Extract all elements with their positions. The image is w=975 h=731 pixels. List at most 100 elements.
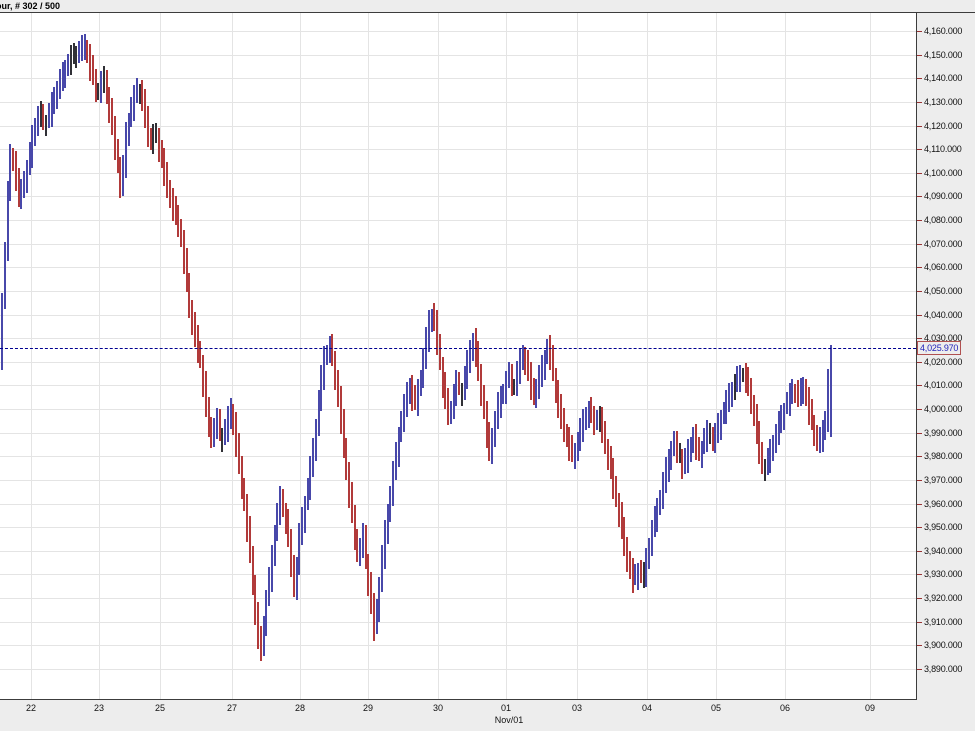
price-bar xyxy=(629,551,631,579)
price-bar xyxy=(816,425,818,451)
price-axis-tick xyxy=(917,385,922,386)
price-axis-tick xyxy=(917,456,922,457)
price-axis-label: 4,090.000 xyxy=(924,190,962,202)
price-bar xyxy=(177,205,179,237)
price-bar xyxy=(656,498,658,532)
price-bar xyxy=(491,428,493,464)
price-bar xyxy=(488,422,490,461)
price-bar xyxy=(45,115,47,136)
price-axis-label: 3,950.000 xyxy=(924,521,962,533)
price-axis-label: 3,970.000 xyxy=(924,474,962,486)
price-bar xyxy=(130,97,132,127)
price-axis-tick xyxy=(917,173,922,174)
price-bar xyxy=(455,370,457,406)
price-bar xyxy=(271,545,273,592)
price-bar xyxy=(574,443,576,469)
price-bar xyxy=(320,365,322,411)
price-bar xyxy=(180,219,182,247)
price-bar xyxy=(549,335,551,370)
price-bar xyxy=(56,81,58,109)
price-bar xyxy=(585,407,587,430)
price-bar xyxy=(23,171,25,198)
gridline-vertical xyxy=(99,13,100,699)
price-bar xyxy=(579,418,581,451)
time-axis[interactable]: Nov/01 22232527282930010304050609 xyxy=(0,700,975,731)
price-axis[interactable]: 4,025.970 4,160.0004,150.0004,140.0004,1… xyxy=(917,13,975,700)
price-bar xyxy=(122,155,124,196)
price-bar xyxy=(78,41,80,63)
time-axis-label: 05 xyxy=(711,703,721,714)
price-bar xyxy=(590,397,592,423)
time-axis-label: 01 xyxy=(501,703,511,714)
price-bar xyxy=(827,369,829,432)
price-axis-tick xyxy=(917,338,922,339)
price-bar xyxy=(334,351,336,390)
price-bar xyxy=(560,394,562,429)
price-bar xyxy=(607,439,609,470)
price-bar xyxy=(67,54,69,76)
price-bar xyxy=(524,347,526,375)
price-bar xyxy=(406,382,408,417)
price-bar xyxy=(59,69,61,99)
price-bar xyxy=(428,310,430,352)
price-bar xyxy=(648,538,650,569)
price-bar xyxy=(331,334,333,366)
price-bar xyxy=(502,384,504,404)
price-bar xyxy=(1,293,3,370)
price-bar xyxy=(268,567,270,606)
price-axis-label: 4,100.000 xyxy=(924,167,962,179)
price-bar xyxy=(199,341,201,368)
price-bar xyxy=(202,355,204,397)
price-axis-label: 4,080.000 xyxy=(924,214,962,226)
price-bar xyxy=(309,456,311,500)
price-bar xyxy=(483,385,485,419)
price-bar xyxy=(238,433,240,474)
gridline-horizontal xyxy=(0,551,916,552)
price-bar xyxy=(758,421,760,464)
price-bar xyxy=(568,427,570,461)
price-bar xyxy=(797,380,799,407)
price-bar xyxy=(155,123,157,143)
price-bar xyxy=(444,372,446,409)
price-bar xyxy=(665,457,667,493)
price-bar xyxy=(362,523,364,558)
price-bar xyxy=(601,407,603,443)
price-bar xyxy=(684,448,686,474)
chart-window: our, # 302 / 500 4,025.970 4,160.0004,15… xyxy=(0,0,975,731)
price-bar xyxy=(477,341,479,381)
price-axis-tick xyxy=(917,102,922,103)
price-bar xyxy=(279,486,281,525)
price-bar xyxy=(9,144,11,201)
price-axis-label: 4,130.000 xyxy=(924,96,962,108)
price-bar xyxy=(356,529,358,562)
price-bar xyxy=(747,367,749,396)
time-axis-label: 04 xyxy=(642,703,652,714)
price-bar xyxy=(213,418,215,447)
price-bar xyxy=(191,300,193,335)
price-axis-tick xyxy=(917,244,922,245)
price-bar xyxy=(736,366,738,392)
price-bar xyxy=(392,461,394,506)
price-bar xyxy=(634,564,636,585)
price-bar xyxy=(411,375,413,411)
chart-title-bar: our, # 302 / 500 xyxy=(0,0,975,13)
price-bar xyxy=(742,368,744,382)
gridline-horizontal xyxy=(0,244,916,245)
price-bar xyxy=(714,423,716,453)
price-bar xyxy=(480,364,482,406)
gridline-horizontal xyxy=(0,669,916,670)
gridline-vertical xyxy=(647,13,648,699)
price-bar xyxy=(86,40,88,63)
plot-area[interactable] xyxy=(0,13,917,700)
gridline-horizontal xyxy=(0,622,916,623)
price-axis-label: 3,960.000 xyxy=(924,498,962,510)
price-bar xyxy=(670,441,672,470)
gridline-horizontal xyxy=(0,196,916,197)
price-bar xyxy=(753,395,755,426)
price-bar xyxy=(728,383,730,412)
price-bar xyxy=(717,413,719,443)
price-axis-tick xyxy=(917,31,922,32)
price-bar xyxy=(337,370,339,407)
price-bar xyxy=(70,45,72,75)
gridline-vertical xyxy=(506,13,507,699)
